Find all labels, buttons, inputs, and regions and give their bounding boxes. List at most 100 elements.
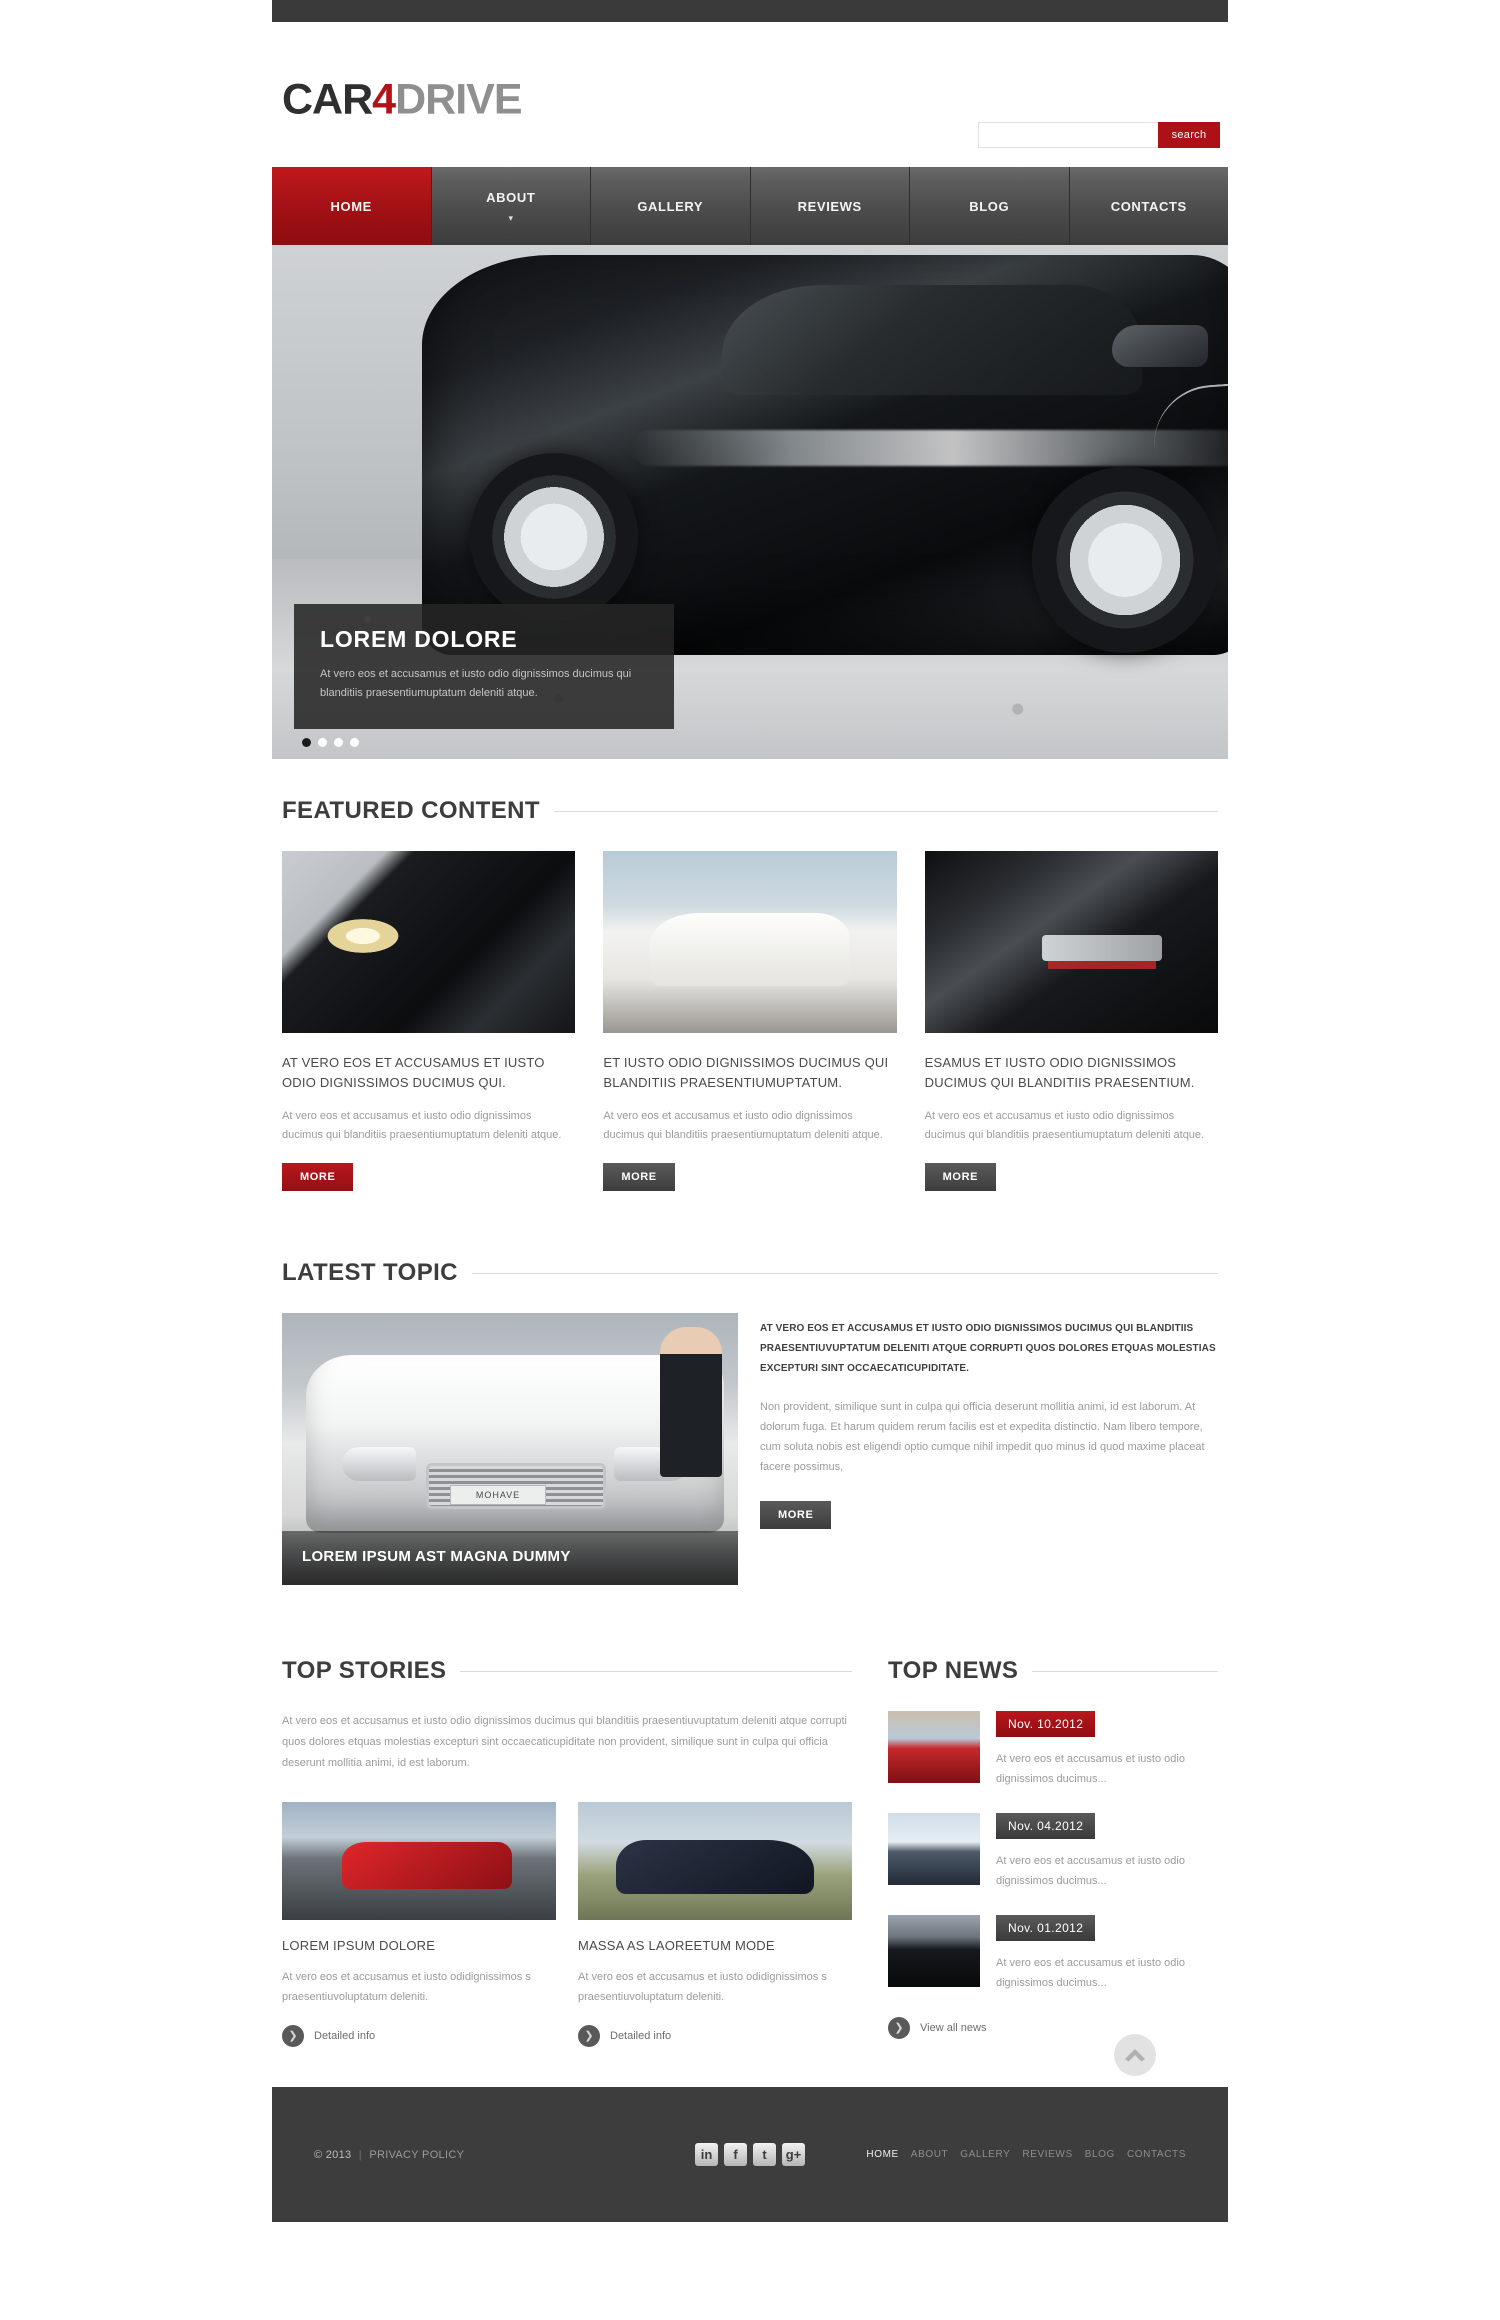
latest-topic-more-button[interactable]: MORE [760, 1501, 832, 1529]
nav-item-about[interactable]: ABOUT ▾ [431, 167, 591, 245]
latest-topic-heading: LATEST TOPIC [282, 1259, 458, 1286]
top-news-section: TOP NEWS Nov. 10.2012 At vero eos et acc… [888, 1619, 1218, 2047]
main-content: FEATURED CONTENT AT VERO EOS ET ACCUSAMU… [272, 759, 1228, 2087]
news-item[interactable]: Nov. 10.2012 At vero eos et accusamus et… [888, 1711, 1218, 1789]
featured-more-button-2[interactable]: MORE [603, 1163, 675, 1191]
featured-image-1[interactable] [282, 851, 576, 1033]
top-stories-heading: TOP STORIES [282, 1657, 447, 1684]
featured-image-2[interactable] [603, 851, 897, 1033]
featured-image-3[interactable] [924, 851, 1218, 1033]
car-mirror [1112, 325, 1208, 367]
footer-link-reviews[interactable]: REVIEWS [1022, 2149, 1072, 2160]
nav-item-reviews[interactable]: REVIEWS [750, 167, 910, 245]
search-input[interactable] [978, 122, 1158, 148]
twitter-icon[interactable]: t [753, 2143, 776, 2166]
site-logo[interactable]: CAR4DRIVE [282, 75, 523, 124]
footer-link-home[interactable]: HOME [866, 2149, 898, 2160]
car-highlight [632, 430, 1228, 466]
nav-item-blog[interactable]: BLOG [910, 167, 1070, 245]
nav-label-contacts: CONTACTS [1110, 198, 1187, 214]
logo-part-1: CAR [282, 75, 373, 124]
car-wheel-rear [1032, 467, 1218, 653]
view-all-news-link[interactable]: ❯ View all news [888, 2017, 1218, 2039]
footer-link-gallery[interactable]: GALLERY [960, 2149, 1010, 2160]
latest-topic-text: Non provident, similique sunt in culpa q… [760, 1401, 1205, 1473]
heading-rule [1032, 1670, 1218, 1672]
news-body-3: Nov. 01.2012 At vero eos et accusamus et… [996, 1915, 1218, 1993]
site-footer: © 2013 | PRIVACY POLICY in f t g+ HOME A… [272, 2087, 1228, 2222]
featured-title-1: AT VERO EOS ET ACCUSAMUS ET IUSTO ODIO D… [282, 1055, 545, 1090]
heading-rule [553, 810, 1218, 812]
top-news-header: TOP NEWS [888, 1619, 1218, 1711]
page-container: CAR4DRIVE search HOME ABOUT ▾ GALLERY RE… [272, 22, 1228, 2222]
news-date-badge-3: Nov. 01.2012 [996, 1915, 1096, 1941]
separator: | [358, 2148, 362, 2161]
nav-item-home[interactable]: HOME [272, 167, 432, 245]
news-item[interactable]: Nov. 01.2012 At vero eos et accusamus et… [888, 1915, 1218, 1993]
heading-rule [460, 1670, 852, 1672]
nav-item-contacts[interactable]: CONTACTS [1069, 167, 1228, 245]
nav-label-about: ABOUT [486, 189, 536, 205]
top-stories-section: TOP STORIES At vero eos et accusamus et … [282, 1619, 852, 2047]
copyright: © 2013 | PRIVACY POLICY [314, 2149, 464, 2161]
latest-topic-lead: AT VERO EOS ET ACCUSAMUS ET IUSTO ODIO D… [760, 1323, 1216, 1374]
slider-dot-3[interactable] [334, 738, 343, 747]
news-body-1: Nov. 10.2012 At vero eos et accusamus et… [996, 1711, 1218, 1789]
chevron-right-icon: ❯ [282, 2025, 304, 2047]
headlight-left-icon [342, 1447, 416, 1481]
news-thumbnail-2 [888, 1813, 980, 1885]
story-link-label-1: Detailed info [314, 2030, 376, 2042]
chevron-up-icon [1125, 2049, 1145, 2062]
nav-label-blog: BLOG [969, 198, 1010, 214]
privacy-policy-link[interactable]: PRIVACY POLICY [369, 2149, 464, 2161]
slider-dot-1[interactable] [302, 738, 311, 747]
scroll-to-top-button[interactable] [1114, 2034, 1156, 2076]
slider-dot-2[interactable] [318, 738, 327, 747]
latest-topic-image-caption: LOREM IPSUM AST MAGNA DUMMY [282, 1531, 738, 1585]
car-window [722, 285, 1142, 395]
news-text-3: At vero eos et accusamus et iusto odio d… [996, 1957, 1185, 1989]
story-card: MASSA AS LAOREETUM MODE At vero eos et a… [578, 1802, 852, 2047]
facebook-icon[interactable]: f [724, 2143, 747, 2166]
footer-navigation: HOME ABOUT GALLERY REVIEWS BLOG CONTACTS [866, 2149, 1186, 2160]
story-text-2: At vero eos et accusamus et iusto odidig… [578, 1971, 827, 2003]
person-figure [660, 1327, 722, 1477]
news-item[interactable]: Nov. 04.2012 At vero eos et accusamus et… [888, 1813, 1218, 1891]
footer-link-contacts[interactable]: CONTACTS [1127, 2149, 1186, 2160]
nav-label-home: HOME [330, 198, 372, 214]
news-date-badge-1: Nov. 10.2012 [996, 1711, 1096, 1737]
top-bar [272, 0, 1228, 22]
copyright-year: © 2013 [314, 2148, 352, 2161]
view-all-news-label: View all news [920, 2022, 987, 2034]
story-image-2[interactable] [578, 1802, 852, 1920]
top-news-heading: TOP NEWS [888, 1657, 1019, 1684]
chevron-right-icon: ❯ [578, 2025, 600, 2047]
story-detail-link-2[interactable]: ❯ Detailed info [578, 2025, 852, 2047]
logo-part-2: 4 [372, 75, 396, 124]
featured-text-1: At vero eos et accusamus et iusto odio d… [282, 1110, 562, 1141]
top-stories-intro: At vero eos et accusamus et iusto odio d… [282, 1715, 847, 1769]
story-detail-link-1[interactable]: ❯ Detailed info [282, 2025, 556, 2047]
latest-topic-section-header: LATEST TOPIC [282, 1221, 1218, 1313]
googleplus-icon[interactable]: g+ [782, 2143, 805, 2166]
latest-topic-body: AT VERO EOS ET ACCUSAMUS ET IUSTO ODIO D… [760, 1313, 1218, 1585]
latest-topic-image[interactable]: MOHAVE LOREM IPSUM AST MAGNA DUMMY [282, 1313, 738, 1585]
social-links: in f t g+ [695, 2143, 805, 2166]
featured-column: ET IUSTO ODIO DIGNISSIMOS DUCIMUS QUI BL… [603, 851, 897, 1191]
linkedin-icon[interactable]: in [695, 2143, 718, 2166]
story-image-1[interactable] [282, 1802, 556, 1920]
search-button[interactable]: search [1158, 122, 1220, 148]
main-navigation: HOME ABOUT ▾ GALLERY REVIEWS BLOG CONTAC… [272, 167, 1228, 245]
news-thumbnail-1 [888, 1711, 980, 1783]
news-thumbnail-3 [888, 1915, 980, 1987]
car-wheel-front [470, 453, 638, 621]
featured-column: AT VERO EOS ET ACCUSAMUS ET IUSTO ODIO D… [282, 851, 576, 1191]
footer-link-blog[interactable]: BLOG [1085, 2149, 1115, 2160]
featured-more-button-1[interactable]: MORE [282, 1163, 354, 1191]
slider-dot-4[interactable] [350, 738, 359, 747]
footer-link-about[interactable]: ABOUT [911, 2149, 948, 2160]
story-cards: LOREM IPSUM DOLORE At vero eos et accusa… [282, 1802, 852, 2047]
license-plate: MOHAVE [450, 1485, 546, 1505]
featured-more-button-3[interactable]: MORE [924, 1163, 997, 1191]
nav-item-gallery[interactable]: GALLERY [591, 167, 751, 245]
